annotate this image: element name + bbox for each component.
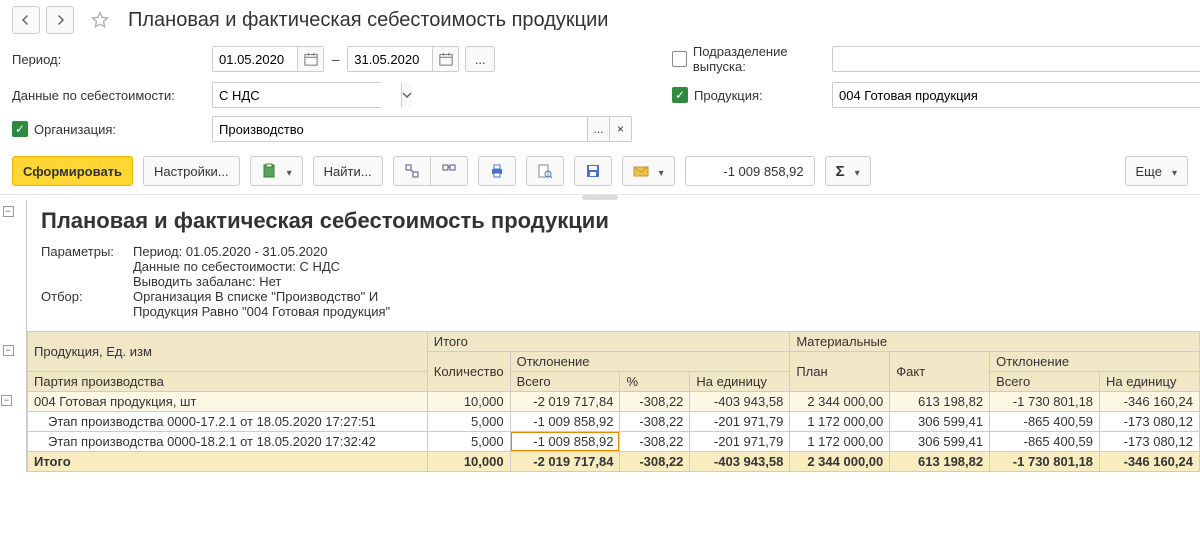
col-dev-total: Всего	[510, 372, 620, 392]
filter-label: Отбор:	[41, 289, 133, 319]
organization-input[interactable]	[213, 117, 587, 141]
chevron-down-icon	[851, 164, 860, 179]
params-label: Параметры:	[41, 244, 133, 289]
settings-button[interactable]: Настройки...	[143, 156, 240, 186]
sum-display: -1 009 858,92	[685, 156, 815, 186]
col-deviation: Отклонение	[510, 352, 790, 372]
envelope-icon	[633, 163, 649, 179]
period-picker-button[interactable]: ...	[465, 46, 495, 72]
date-from-input[interactable]	[213, 47, 297, 71]
filter-line: Продукция Равно "004 Готовая продукция"	[133, 304, 390, 319]
chevron-down-icon	[655, 164, 664, 179]
product-checkbox[interactable]	[672, 87, 688, 103]
nav-forward-button[interactable]	[46, 6, 74, 34]
cost-data-label: Данные по себестоимости:	[12, 88, 212, 103]
variants-button[interactable]	[250, 156, 303, 186]
chevron-down-icon	[402, 90, 412, 100]
col-mdev-unit: На единицу	[1100, 372, 1200, 392]
table-total-row: Итого 10,000 -2 019 717,84 -308,22 -403 …	[28, 452, 1200, 472]
col-mat-deviation: Отклонение	[990, 352, 1200, 372]
preview-button[interactable]	[526, 156, 564, 186]
tree-collapse-level-2[interactable]: −	[3, 345, 14, 356]
chevron-down-icon	[1168, 164, 1177, 179]
col-total-group: Итого	[427, 332, 790, 352]
collapse-icon	[441, 163, 457, 179]
table-row[interactable]: Этап производства 0000-17.2.1 от 18.05.2…	[28, 412, 1200, 432]
date-to-input[interactable]	[348, 47, 432, 71]
email-button[interactable]	[622, 156, 675, 186]
expand-icon	[404, 163, 420, 179]
col-plan: План	[790, 352, 890, 392]
save-button[interactable]	[574, 156, 612, 186]
col-batch: Партия производства	[28, 372, 428, 392]
department-input[interactable]	[833, 47, 1200, 71]
cost-data-dropdown-button[interactable]	[401, 83, 412, 107]
collapse-all-button[interactable]	[430, 156, 468, 186]
organization-picker-button[interactable]: ...	[587, 117, 609, 141]
arrow-left-icon	[20, 14, 32, 26]
period-label: Период:	[12, 52, 212, 67]
calendar-icon	[304, 52, 318, 66]
printer-icon	[489, 163, 505, 179]
department-checkbox[interactable]	[672, 51, 687, 67]
col-qty: Количество	[427, 352, 510, 392]
generate-button[interactable]: Сформировать	[12, 156, 133, 186]
col-mdev-total: Всего	[990, 372, 1100, 392]
sum-button[interactable]: Σ	[825, 156, 871, 186]
department-label: Подразделение выпуска:	[693, 44, 832, 74]
find-button[interactable]: Найти...	[313, 156, 383, 186]
nav-back-button[interactable]	[12, 6, 40, 34]
col-dev-percent: %	[620, 372, 690, 392]
col-materials-group: Материальные	[790, 332, 1200, 352]
filter-line: Организация В списке "Производство" И	[133, 289, 390, 304]
date-from-calendar-button[interactable]	[297, 47, 323, 71]
clipboard-icon	[261, 163, 277, 179]
arrow-right-icon	[54, 14, 66, 26]
sigma-icon: Σ	[836, 163, 845, 180]
params-line: Выводить забаланс: Нет	[133, 274, 340, 289]
tree-collapse-row[interactable]: −	[1, 395, 12, 406]
tree-collapse-level-1[interactable]: −	[3, 206, 14, 217]
print-button[interactable]	[478, 156, 516, 186]
params-line: Период: 01.05.2020 - 31.05.2020	[133, 244, 340, 259]
report-title: Плановая и фактическая себестоимость про…	[27, 200, 1200, 240]
table-row[interactable]: Этап производства 0000-18.2.1 от 18.05.2…	[28, 432, 1200, 452]
col-product: Продукция, Ед. изм	[28, 332, 428, 372]
selected-cell[interactable]: -1 009 858,92	[510, 432, 620, 452]
page-title: Плановая и фактическая себестоимость про…	[128, 9, 608, 32]
calendar-icon	[439, 52, 453, 66]
chevron-down-icon	[283, 164, 292, 179]
col-fact: Факт	[890, 352, 990, 392]
organization-clear-button[interactable]: ×	[609, 117, 631, 141]
date-to-calendar-button[interactable]	[432, 47, 458, 71]
preview-icon	[537, 163, 553, 179]
table-row[interactable]: 004 Готовая продукция, шт 10,000 -2 019 …	[28, 392, 1200, 412]
expand-all-button[interactable]	[393, 156, 431, 186]
product-input[interactable]	[833, 83, 1200, 107]
organization-checkbox[interactable]	[12, 121, 28, 137]
cost-data-select[interactable]	[213, 83, 401, 107]
organization-label: Организация:	[34, 122, 116, 137]
params-line: Данные по себестоимости: С НДС	[133, 259, 340, 274]
product-label: Продукция:	[694, 88, 763, 103]
more-button[interactable]: Еще	[1125, 156, 1188, 186]
report-table: Продукция, Ед. изм Итого Материальные Ко…	[27, 331, 1200, 472]
save-icon	[585, 163, 601, 179]
favorite-star-icon[interactable]	[86, 6, 114, 34]
col-dev-unit: На единицу	[690, 372, 790, 392]
